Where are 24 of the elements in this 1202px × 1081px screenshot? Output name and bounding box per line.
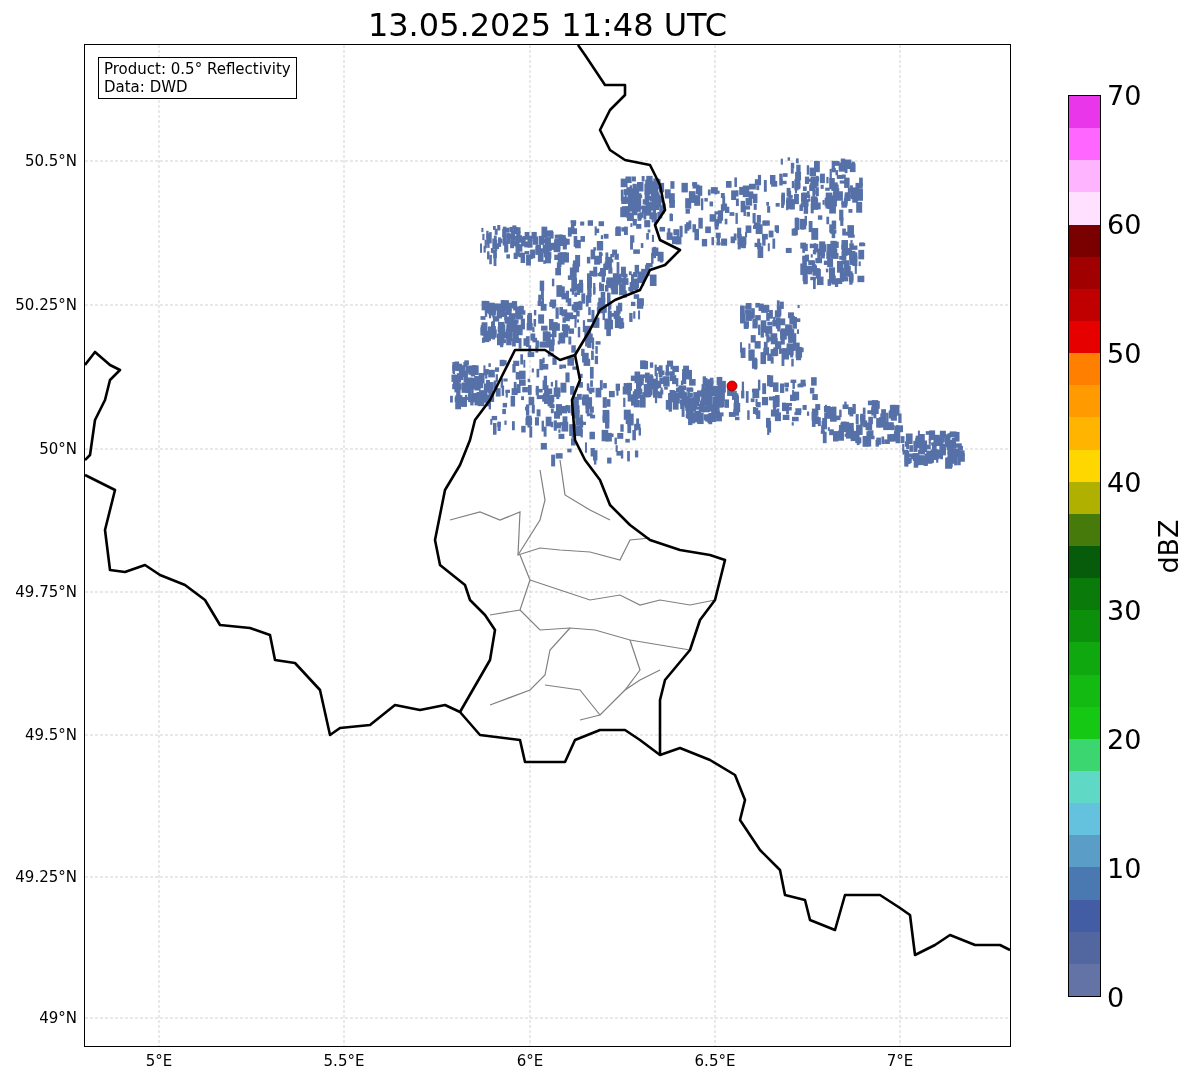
legend-text: Data: DWD — [104, 78, 189, 96]
latitude-label: 49.5°N — [24, 726, 77, 744]
legend-text: Product: 0.5° Reflectivity — [104, 60, 291, 78]
chart-title: 13.05.2025 11:48 UTC — [366, 5, 729, 45]
colorbar-tick-label: 70 — [1107, 79, 1142, 111]
colorbar-label: dBZ — [1152, 518, 1184, 574]
longitude-label: 5.5°E — [323, 1052, 365, 1070]
colorbar-tick-label: 10 — [1107, 852, 1142, 884]
colorbar-tick-label: 40 — [1107, 466, 1142, 498]
latitude-label: 50.5°N — [24, 152, 77, 170]
latitude-label: 50.25°N — [15, 296, 77, 314]
colorbar-tick-label: 60 — [1107, 208, 1142, 240]
longitude-label: 7°E — [886, 1052, 914, 1070]
latitude-label: 50°N — [39, 440, 77, 458]
colorbar-tick-label: 20 — [1107, 723, 1142, 755]
longitude-label: 6.5°E — [694, 1052, 736, 1070]
latitude-label: 49.75°N — [15, 583, 77, 601]
longitude-label: 6°E — [516, 1052, 544, 1070]
colorbar-tick-label: 50 — [1107, 337, 1142, 369]
latitude-label: 49.25°N — [15, 868, 77, 886]
colorbar-tick-label: 0 — [1107, 981, 1125, 1013]
colorbar-tick-label: 30 — [1107, 594, 1142, 626]
latitude-label: 49°N — [39, 1009, 77, 1027]
longitude-label: 5°E — [145, 1052, 173, 1070]
